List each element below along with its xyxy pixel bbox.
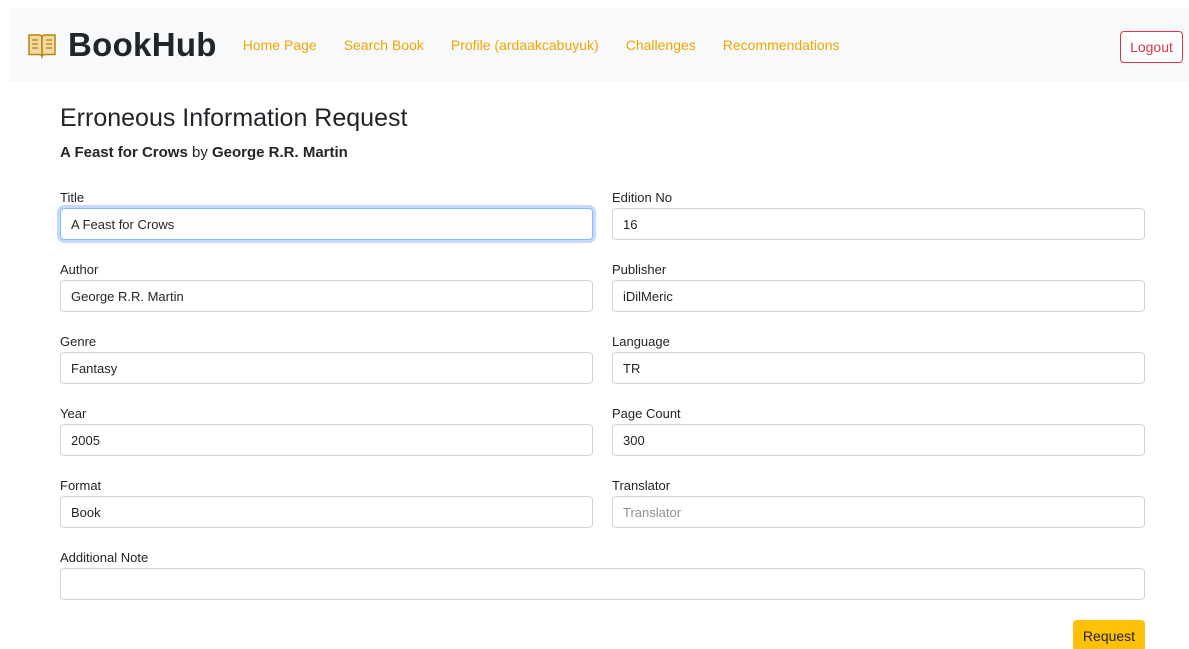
brand[interactable]: BookHub [26,26,217,64]
translator-field[interactable] [612,496,1145,528]
genre-label: Genre [60,334,97,349]
title-field[interactable] [60,208,593,240]
nav-link-search-book[interactable]: Search Book [344,37,424,53]
additional-note-label: Additional Note [60,550,149,565]
year-field[interactable] [60,424,593,456]
additional-note-field[interactable] [60,568,1145,600]
title-label: Title [60,190,85,205]
book-subtitle: A Feast for Crows by George R.R. Martin [60,144,348,161]
format-field[interactable] [60,496,593,528]
brand-name: BookHub [68,26,217,63]
language-field[interactable] [612,352,1145,384]
book-author: George R.R. Martin [212,144,348,161]
genre-field[interactable] [60,352,593,384]
open-book-icon [28,34,56,59]
nav-link-challenges[interactable]: Challenges [626,37,696,53]
by-word: by [191,144,208,161]
logout-button[interactable]: Logout [1120,31,1183,63]
edition-no-field[interactable] [612,208,1145,240]
year-label: Year [60,406,87,421]
nav-links: Home Page Search Book Profile (ardaakcab… [243,37,867,53]
page-count-label: Page Count [612,406,681,421]
format-label: Format [60,478,102,493]
publisher-label: Publisher [612,262,667,277]
edition-no-label: Edition No [612,190,672,205]
translator-label: Translator [612,478,671,493]
language-label: Language [612,334,670,349]
nav-link-recommendations[interactable]: Recommendations [723,37,840,53]
publisher-field[interactable] [612,280,1145,312]
author-field[interactable] [60,280,593,312]
request-button[interactable]: Request [1073,620,1145,649]
author-label: Author [60,262,99,277]
navbar: BookHub Home Page Search Book Profile (a… [10,8,1189,82]
book-title: A Feast for Crows [60,144,188,161]
page-title: Erroneous Information Request [60,104,408,132]
nav-link-home[interactable]: Home Page [243,37,317,53]
nav-link-profile[interactable]: Profile (ardaakcabuyuk) [451,37,599,53]
page-count-field[interactable] [612,424,1145,456]
